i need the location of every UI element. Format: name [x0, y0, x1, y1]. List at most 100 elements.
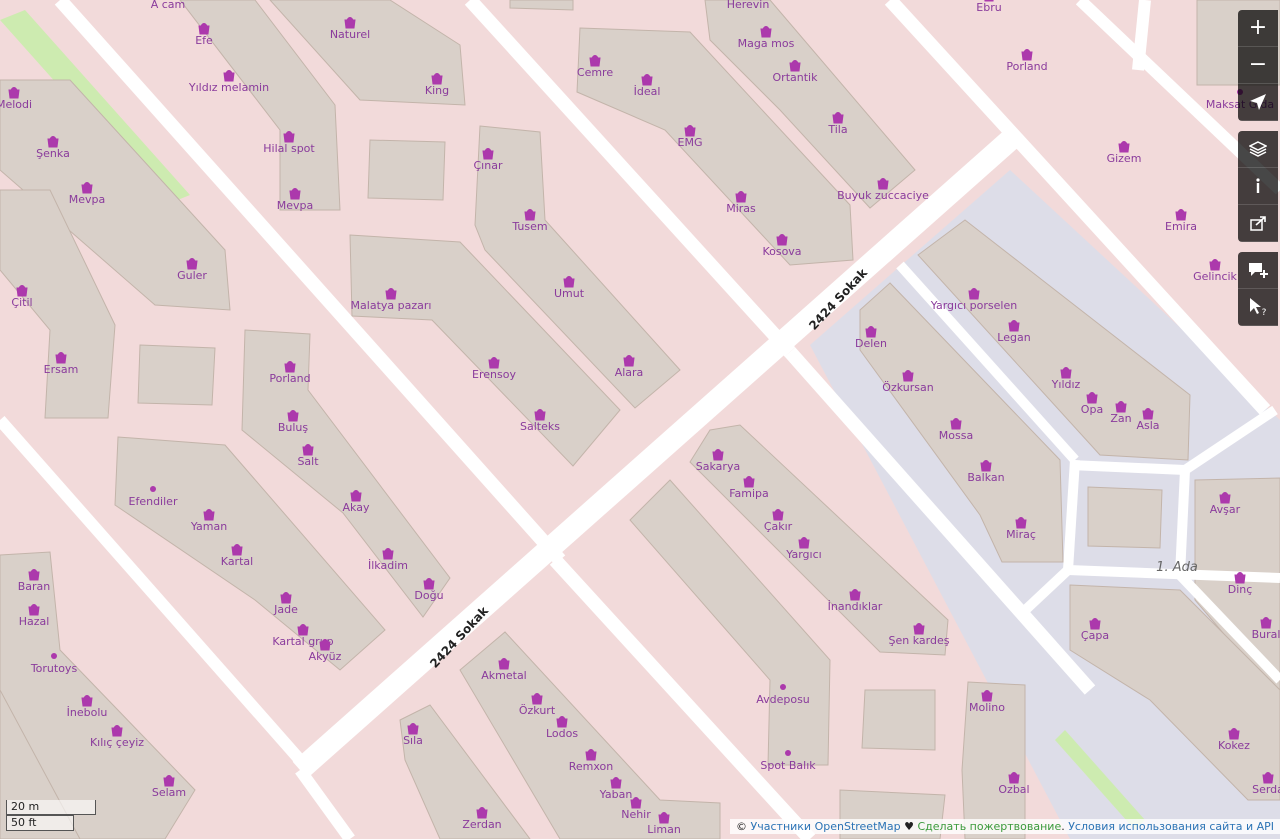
attribution: © Участники OpenStreetMap ♥ Сделать поже… [730, 819, 1280, 834]
shop-label: Sıla [403, 734, 423, 747]
info-icon [1256, 178, 1260, 193]
shop-label: Akay [343, 501, 370, 514]
shop-label: Miras [726, 202, 756, 215]
shop-label: Umut [554, 287, 585, 300]
layers-icon [1249, 141, 1267, 157]
shop-label: Ebru [976, 1, 1001, 14]
shop-label: Gizem [1107, 152, 1142, 165]
shop-label: Çakır [764, 520, 793, 533]
shop-label: Miraç [1006, 528, 1036, 541]
shop-label: King [425, 84, 449, 97]
shop-label: Selam [152, 786, 186, 799]
shop-label: Baran [18, 580, 51, 593]
shop-label: Efendiler [129, 495, 178, 508]
shop-label: Malatya pazarı [351, 299, 432, 312]
shop-label: Serda [1252, 783, 1280, 796]
shop-label: Yıldız melamin [188, 81, 269, 94]
shop-label: Ozbal [998, 783, 1029, 796]
scale-imperial: 50 ft [6, 815, 74, 831]
add-note-button[interactable] [1238, 252, 1278, 289]
shop-label: Kılıç çeyiz [90, 736, 144, 749]
poi-dot-icon [785, 750, 791, 756]
shop-label: Jade [273, 603, 298, 616]
locate-button[interactable] [1238, 84, 1278, 121]
shop-label: Delen [855, 337, 887, 350]
shop-label: Buyuk zuccaciye [837, 189, 929, 202]
shop-label: Cemre [577, 66, 613, 79]
shop-label: Çapa [1081, 629, 1109, 642]
shop-label: A cam [151, 0, 186, 11]
share-icon [1250, 216, 1266, 231]
osm-contributors-link[interactable]: Участники OpenStreetMap [751, 820, 901, 833]
shop-label: Çınar [474, 159, 503, 172]
cursor-query-icon: ? [1250, 298, 1267, 317]
shop-label: Yıldız [1051, 378, 1081, 391]
share-button[interactable] [1238, 205, 1278, 242]
zoom-in-button[interactable]: + [1238, 10, 1278, 47]
svg-text:?: ? [1262, 308, 1267, 317]
donate-link[interactable]: Сделать пожертвование [917, 820, 1061, 833]
copyright-symbol: © [736, 820, 748, 833]
shop-label: Famipa [729, 487, 769, 500]
shop-label: Zan [1110, 412, 1131, 425]
shop-label: Spot Balık [760, 759, 816, 772]
area-label: 1. Ada [1156, 560, 1198, 575]
shop-label: Efe [195, 34, 213, 47]
shop-label: Mevpa [277, 199, 314, 212]
shop-poi[interactable]: Herevin [727, 0, 770, 11]
shop-label: Çitil [11, 296, 32, 309]
shop-label: Torutoys [30, 662, 78, 675]
shop-label: Mossa [939, 429, 973, 442]
shop-label: Alara [615, 366, 644, 379]
shop-label: Kartal [221, 555, 253, 568]
shop-label: Zerdan [462, 818, 501, 831]
map-canvas[interactable]: 2424 Sokak 2424 Sokak 1. Ada A camEfeYıl… [0, 0, 1280, 839]
shop-label: Kosova [762, 245, 801, 258]
shop-label: Dinç [1228, 583, 1253, 596]
shop-label: Akyüz [309, 650, 342, 663]
shop-label: Molino [969, 701, 1005, 714]
shop-label: Erensoy [472, 368, 516, 381]
shop-label: Porland [269, 372, 310, 385]
shop-poi[interactable]: Ebru [976, 0, 1002, 14]
shop-label: Avdeposu [756, 693, 810, 706]
layers-button[interactable] [1238, 131, 1278, 168]
shop-label: Naturel [330, 28, 370, 41]
shop-label: Buluş [278, 421, 309, 434]
shop-label: Yaman [190, 520, 227, 533]
shop-label: Legan [997, 331, 1030, 344]
shop-label: Asla [1136, 419, 1159, 432]
shop-label: Gelincik [1193, 270, 1237, 283]
info-button[interactable] [1238, 168, 1278, 205]
shop-label: Şenka [36, 147, 70, 160]
shop-label: Salteks [520, 420, 560, 433]
shop-label: Remxon [569, 760, 614, 773]
shop-label: Melodi [0, 98, 32, 111]
shop-label: Bural [1252, 628, 1280, 641]
shop-label: Özkurt [519, 704, 556, 717]
shop-poi[interactable]: A cam [151, 0, 186, 11]
shop-label: Opa [1081, 403, 1103, 416]
note-add-icon [1249, 263, 1268, 278]
shop-label: Hilal spot [263, 142, 315, 155]
zoom-out-button[interactable]: − [1238, 47, 1278, 84]
poi-dot-icon [51, 653, 57, 659]
terms-link[interactable]: Условия использования сайта и API [1068, 820, 1274, 833]
shop-label: Özkursan [882, 381, 933, 394]
shop-label: Herevin [727, 0, 770, 11]
shop-label: Ortantik [773, 71, 819, 84]
shop-label: Emira [1165, 220, 1197, 233]
shop-label: Yargıcı porselen [930, 299, 1017, 312]
poi-dot-icon [150, 486, 156, 492]
query-features-button[interactable]: ? [1238, 289, 1278, 326]
shop-label: Ersam [44, 363, 79, 376]
shop-label: Lodos [546, 727, 578, 740]
location-arrow-icon [1250, 94, 1266, 110]
shop-label: Porland [1006, 60, 1047, 73]
shop-label: Guler [177, 269, 207, 282]
shop-label: Akmetal [481, 669, 527, 682]
shop-label: Balkan [967, 471, 1004, 484]
shop-label: İdeal [634, 85, 661, 98]
shop-label: Hazal [19, 615, 50, 628]
shop-label: Mevpa [69, 193, 106, 206]
